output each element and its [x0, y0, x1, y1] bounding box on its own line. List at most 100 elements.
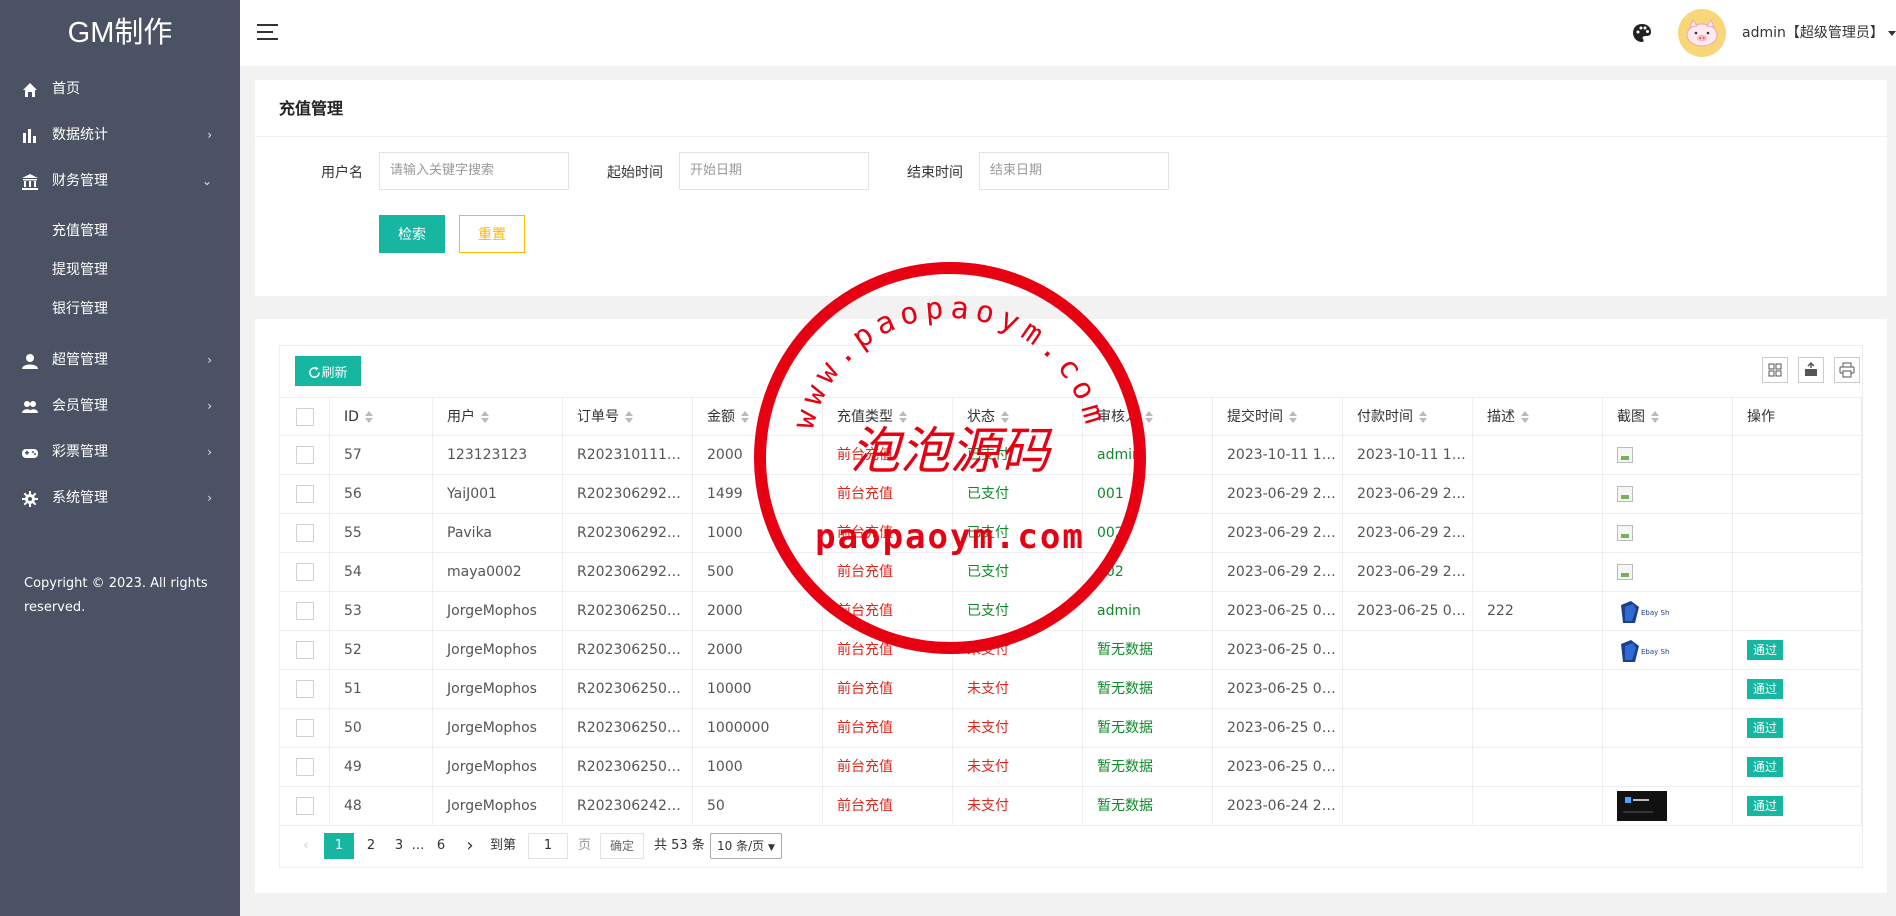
cell-user: maya0002: [433, 553, 563, 591]
chevron-right-icon: ›: [207, 353, 212, 367]
cell-amount: 2000: [693, 631, 823, 669]
th-id[interactable]: ID: [330, 398, 433, 435]
broken-image-icon[interactable]: [1617, 486, 1633, 502]
cell-submit-time: 2023-06-25 0…: [1213, 670, 1343, 708]
th-pay-time[interactable]: 付款时间: [1343, 398, 1473, 435]
th-label: 充值类型: [837, 409, 893, 425]
broken-image-icon[interactable]: [1617, 564, 1633, 580]
th-user[interactable]: 用户: [433, 398, 563, 435]
sort-icon[interactable]: [1001, 411, 1009, 423]
screenshot-thumbnail[interactable]: Ebay Shop: [1617, 597, 1669, 625]
nav-admin[interactable]: 超管管理 ›: [0, 337, 240, 383]
row-checkbox[interactable]: [296, 680, 314, 698]
th-submit-time[interactable]: 提交时间: [1213, 398, 1343, 435]
page-size-select[interactable]: 10 条/页 ▼: [710, 833, 782, 859]
cell-actions: 通过: [1733, 748, 1862, 786]
approve-button[interactable]: 通过: [1747, 757, 1784, 777]
nav-finance[interactable]: 财务管理 ⌄: [0, 158, 240, 204]
approve-button[interactable]: 通过: [1747, 679, 1784, 699]
row-checkbox[interactable]: [296, 563, 314, 581]
sub-withdraw[interactable]: 提现管理: [0, 251, 240, 290]
th-actions[interactable]: 操作: [1733, 398, 1862, 435]
approve-button[interactable]: 通过: [1747, 718, 1784, 738]
next-page-icon[interactable]: ›: [460, 833, 480, 859]
export-icon[interactable]: [1798, 357, 1824, 383]
sort-icon[interactable]: [481, 411, 489, 423]
cell-order-no: R202306292…: [563, 553, 693, 591]
approve-button[interactable]: 通过: [1747, 796, 1784, 816]
cell-screenshot: [1603, 670, 1733, 708]
chevron-right-icon: ›: [207, 491, 212, 505]
columns-filter-icon[interactable]: [1762, 357, 1788, 383]
start-date-input[interactable]: 开始日期: [679, 152, 869, 190]
row-checkbox[interactable]: [296, 758, 314, 776]
approve-button[interactable]: 通过: [1747, 640, 1784, 660]
sort-icon[interactable]: [364, 411, 373, 423]
row-checkbox[interactable]: [296, 524, 314, 542]
goto-page-input[interactable]: 1: [528, 833, 568, 859]
print-icon[interactable]: [1834, 357, 1860, 383]
sub-bank[interactable]: 银行管理: [0, 290, 240, 329]
cell-status: 已支付: [953, 475, 1083, 513]
cell-text: 暂无数据: [1097, 642, 1153, 658]
prev-page-icon[interactable]: ‹: [296, 833, 316, 859]
sort-icon[interactable]: [1145, 411, 1153, 423]
sort-icon[interactable]: [1521, 411, 1529, 423]
th-amount[interactable]: 金额: [693, 398, 823, 435]
row-checkbox[interactable]: [296, 446, 314, 464]
menu-toggle-icon[interactable]: [257, 24, 278, 40]
avatar[interactable]: [1678, 9, 1726, 57]
cell-reviewer: admin: [1083, 592, 1213, 630]
sort-icon[interactable]: [625, 411, 633, 423]
broken-image-icon[interactable]: [1617, 447, 1633, 463]
nav-lottery[interactable]: 彩票管理 ›: [0, 429, 240, 475]
palette-icon[interactable]: [1632, 23, 1652, 43]
cell-amount: 2000: [693, 592, 823, 630]
page-6[interactable]: 6: [430, 833, 452, 859]
sort-icon[interactable]: [1419, 411, 1427, 423]
username-input[interactable]: 请输入关键字搜索: [379, 152, 569, 190]
user-menu[interactable]: admin【超级管理员】: [1742, 22, 1896, 42]
sort-icon[interactable]: [899, 411, 907, 423]
sub-recharge[interactable]: 充值管理: [0, 212, 240, 251]
th-screenshot[interactable]: 截图: [1603, 398, 1733, 435]
cell-order-no: R202306242…: [563, 787, 693, 825]
th-recharge-type[interactable]: 充值类型: [823, 398, 953, 435]
nav-home[interactable]: 首页: [0, 66, 240, 112]
nav-members[interactable]: 会员管理 ›: [0, 383, 240, 429]
refresh-button[interactable]: 刷新: [295, 356, 361, 386]
page-2[interactable]: 2: [360, 833, 382, 859]
row-checkbox[interactable]: [296, 797, 314, 815]
goto-confirm-button[interactable]: 确定: [600, 833, 645, 859]
th-description[interactable]: 描述: [1473, 398, 1603, 435]
total-count: 共 53 条: [654, 838, 705, 853]
select-all-checkbox[interactable]: [296, 408, 314, 426]
th-order-no[interactable]: 订单号: [563, 398, 693, 435]
screenshot-thumbnail[interactable]: [1617, 791, 1667, 821]
sort-icon[interactable]: [741, 411, 749, 423]
sort-icon[interactable]: [1651, 411, 1659, 423]
row-checkbox[interactable]: [296, 641, 314, 659]
nav-system[interactable]: 系统管理 ›: [0, 475, 240, 521]
broken-image-icon[interactable]: [1617, 525, 1633, 541]
end-date-input[interactable]: 结束日期: [979, 152, 1169, 190]
page-1[interactable]: 1: [324, 833, 354, 859]
row-checkbox[interactable]: [296, 485, 314, 503]
cell-text: maya0002: [447, 564, 522, 580]
row-checkbox[interactable]: [296, 719, 314, 737]
cell-reviewer: 001: [1083, 475, 1213, 513]
th-status[interactable]: 状态: [953, 398, 1083, 435]
reset-button[interactable]: 重置: [459, 215, 525, 253]
gamepad-icon: [22, 449, 38, 458]
cell-user: JorgeMophos: [433, 748, 563, 786]
nav-lottery-label: 彩票管理: [52, 444, 108, 460]
row-checkbox[interactable]: [296, 602, 314, 620]
search-button[interactable]: 检索: [379, 215, 445, 253]
page-3[interactable]: 3: [388, 833, 410, 859]
nav-statistics[interactable]: 数据统计 ›: [0, 112, 240, 158]
th-label: ID: [344, 409, 359, 425]
th-reviewer[interactable]: 审核人: [1083, 398, 1213, 435]
screenshot-thumbnail[interactable]: Ebay Shop: [1617, 636, 1669, 664]
cell-reviewer: 002: [1083, 553, 1213, 591]
sort-icon[interactable]: [1289, 411, 1297, 423]
